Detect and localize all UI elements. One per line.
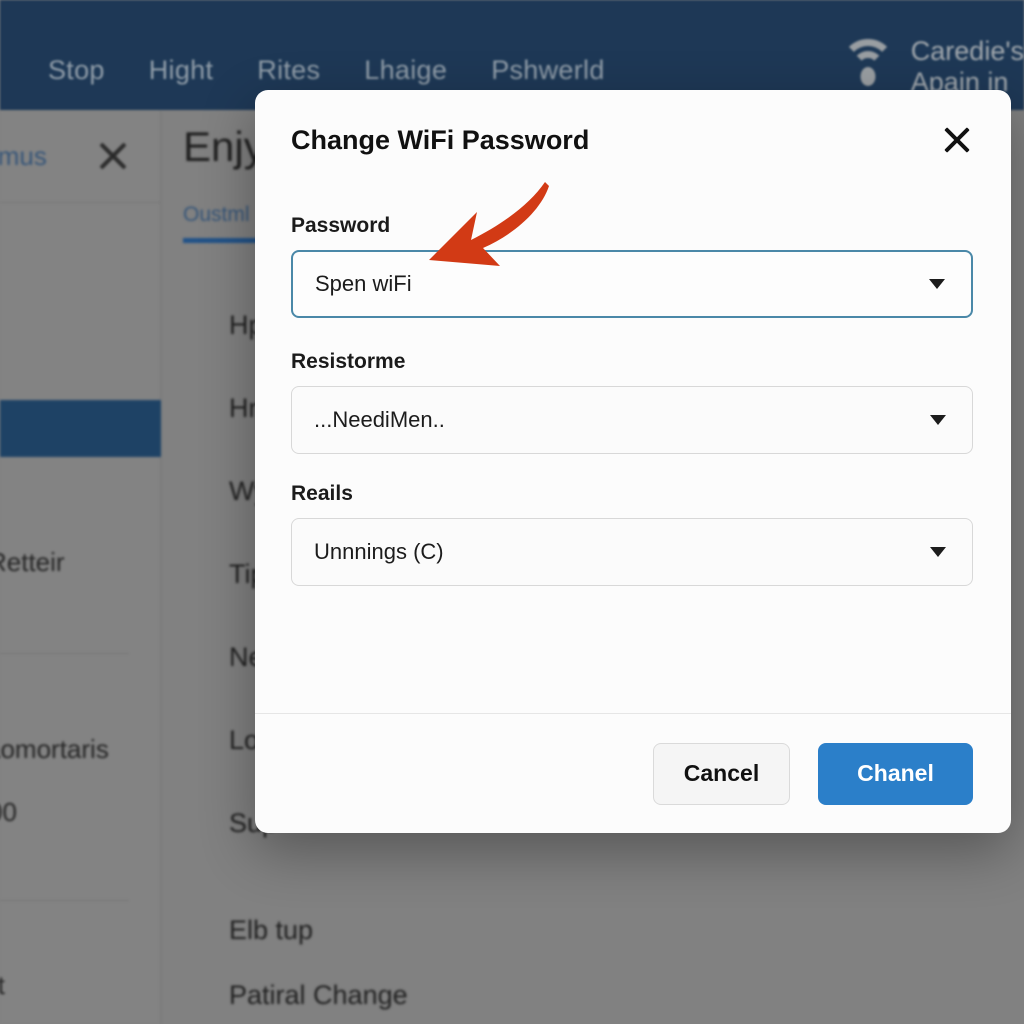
password-select[interactable]: Spen wiFi (291, 250, 973, 318)
field-password: Password Spen wiFi (291, 214, 975, 318)
screen-root: imus Retteir aomortaris 00 lt Enjy Oustm… (0, 0, 1024, 1024)
reails-select[interactable]: Unnnings (C) (291, 518, 973, 586)
dialog-header: Change WiFi Password (255, 90, 1011, 190)
dialog-footer: Cancel Chanel (255, 713, 1011, 833)
field-label-resistorme: Resistorme (291, 350, 406, 373)
dialog-body: Password Spen wiFi Resistorme ...NeediMe… (255, 190, 1011, 713)
cancel-button[interactable]: Cancel (653, 742, 790, 805)
chevron-down-icon (929, 279, 945, 289)
reails-select-value: Unnnings (C) (314, 539, 444, 564)
chevron-down-icon (930, 415, 946, 425)
resistorme-select-value: ...NeediMen.. (314, 407, 445, 432)
close-icon[interactable] (937, 120, 977, 160)
field-resistorme: Resistorme ...NeediMen.. (291, 350, 975, 454)
change-button[interactable]: Chanel (818, 742, 973, 805)
field-label-password: Password (291, 214, 391, 237)
chevron-down-icon (930, 547, 946, 557)
field-reails: Reails Unnnings (C) (291, 482, 975, 586)
field-label-reails: Reails (291, 482, 353, 505)
change-wifi-password-dialog: Change WiFi Password Password Spen wiFi … (255, 90, 1011, 833)
resistorme-select[interactable]: ...NeediMen.. (291, 386, 973, 454)
password-select-value: Spen wiFi (315, 271, 412, 296)
dialog-title: Change WiFi Password (291, 124, 590, 155)
